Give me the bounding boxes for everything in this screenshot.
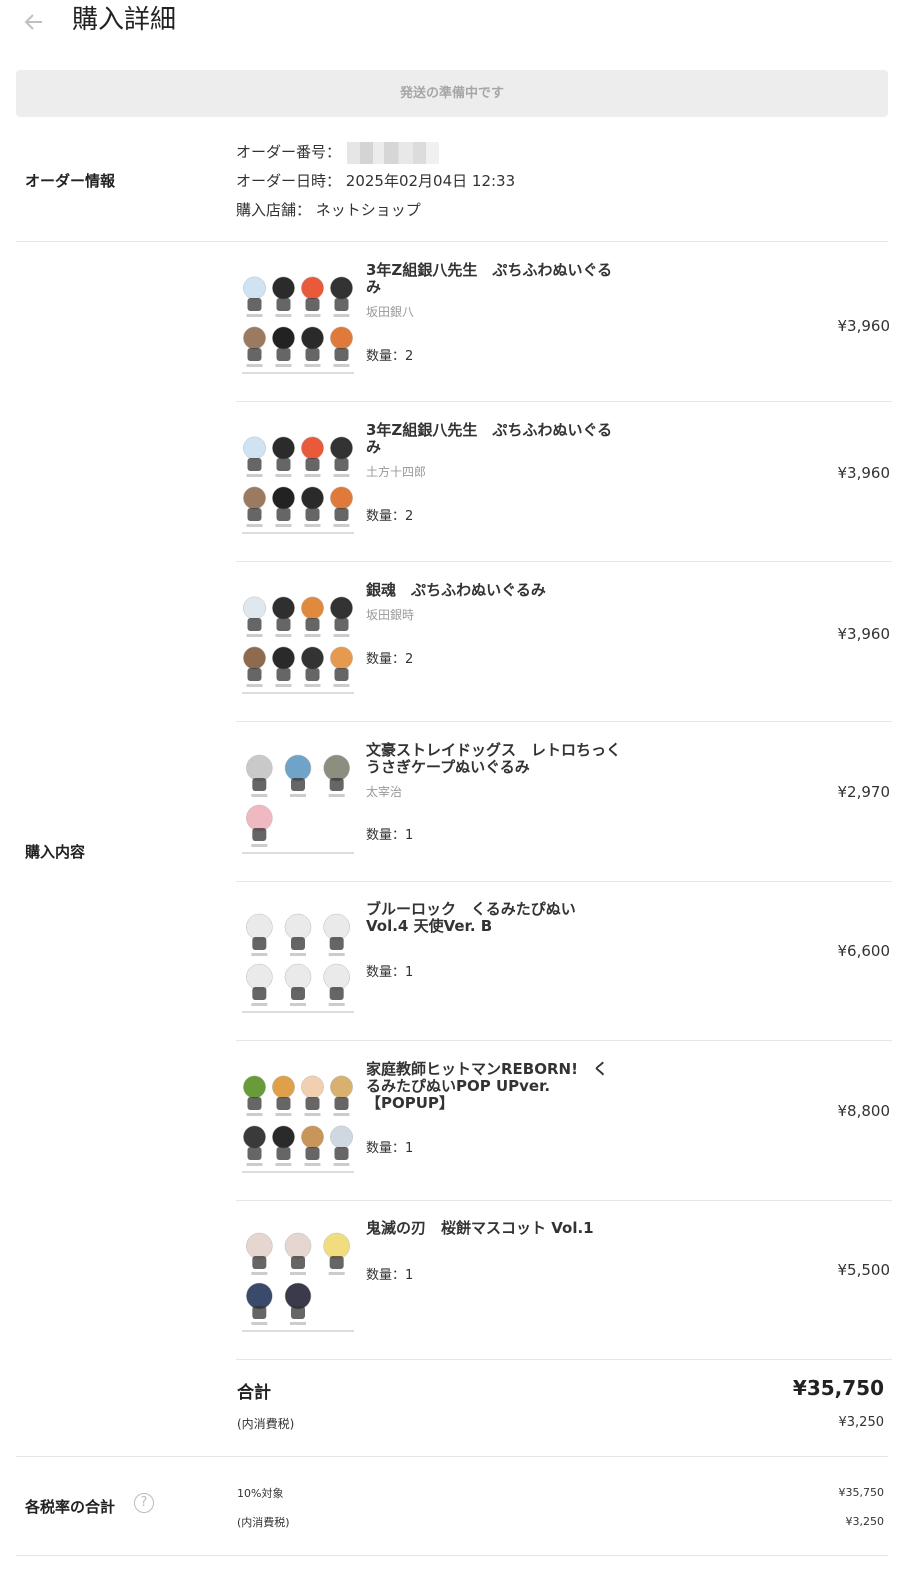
product-thumbnail[interactable] <box>240 1218 356 1338</box>
purchase-label: 購入内容 <box>25 843 86 861</box>
back-button[interactable] <box>22 4 50 36</box>
product-thumbnail[interactable] <box>240 740 356 860</box>
rate-total: ¥35,750 <box>838 1486 885 1499</box>
product-quantity: 数量：1 <box>366 1141 414 1156</box>
product-variant: 太宰治 <box>366 785 403 799</box>
product-name[interactable]: 鬼滅の刃 桜餅マスコット Vol.1 <box>366 1220 621 1237</box>
order-number-row: オーダー番号： <box>236 138 515 167</box>
arrow-left-icon <box>24 14 42 30</box>
list-item[interactable]: 3年Z組銀八先生 ぷちふわぬいぐるみ 坂田銀八数量：2 ¥3,960 <box>236 242 892 402</box>
list-item[interactable]: 銀魂 ぷちふわぬいぐるみ 坂田銀時数量：2 ¥3,960 <box>236 562 892 722</box>
product-price: ¥3,960 <box>837 625 891 643</box>
product-name[interactable]: 銀魂 ぷちふわぬいぐるみ 坂田銀時 <box>366 582 621 624</box>
tax-value: ¥3,250 <box>838 1415 885 1430</box>
store-row: 購入店舗： ネットショップ <box>236 196 515 225</box>
page-title: 購入詳細 <box>72 5 177 35</box>
product-name[interactable]: 家庭教師ヒットマンREBORN! くるみたぴぬいPOP UPver.【POPUP… <box>366 1061 621 1112</box>
product-thumbnail[interactable] <box>240 899 356 1019</box>
product-thumbnail[interactable] <box>240 260 356 380</box>
order-number-label: オーダー番号： <box>236 143 342 161</box>
tax-label: (内消費税) <box>237 1417 295 1431</box>
product-quantity: 数量：1 <box>366 965 414 980</box>
list-item[interactable]: 鬼滅の刃 桜餅マスコット Vol.1 数量：1 ¥5,500 <box>236 1200 892 1360</box>
order-date-label: オーダー日時： <box>236 172 342 190</box>
product-name[interactable]: 3年Z組銀八先生 ぷちふわぬいぐるみ 土方十四郎 <box>366 422 621 481</box>
product-variant: 坂田銀八 <box>366 305 415 319</box>
product-price: ¥5,500 <box>837 1261 891 1279</box>
product-quantity: 数量：2 <box>366 652 414 667</box>
list-item[interactable]: 文豪ストレイドッグス レトロちっく うさぎケープぬいぐるみ 太宰治数量：1 ¥2,9… <box>236 722 892 882</box>
rate-tax-value: ¥3,250 <box>845 1515 885 1528</box>
list-item[interactable]: 家庭教師ヒットマンREBORN! くるみたぴぬいPOP UPver.【POPUP… <box>236 1041 892 1201</box>
order-info: オーダー番号： オーダー日時： 2025年02月04日 12:33 購入店舗： … <box>236 138 515 225</box>
product-name[interactable]: ブルーロック くるみたぴぬい Vol.4 天使Ver. B <box>366 901 621 935</box>
divider <box>16 1456 888 1457</box>
product-variant: 坂田銀時 <box>366 608 415 622</box>
product-quantity: 数量：2 <box>366 349 414 364</box>
product-price: ¥2,970 <box>837 783 891 801</box>
product-price: ¥3,960 <box>837 317 891 335</box>
product-quantity: 数量：1 <box>366 1268 414 1283</box>
order-number-redacted <box>347 141 440 164</box>
product-variant: 土方十四郎 <box>366 465 427 479</box>
tax-rate-label: 各税率の合計 <box>25 1498 116 1516</box>
question-circle-icon[interactable]: ? <box>134 1493 154 1513</box>
status-banner: 発送の準備中です <box>16 70 888 117</box>
product-thumbnail[interactable] <box>240 420 356 540</box>
list-item[interactable]: 3年Z組銀八先生 ぷちふわぬいぐるみ 土方十四郎数量：2 ¥3,960 <box>236 402 892 562</box>
product-thumbnail[interactable] <box>240 580 356 700</box>
order-date-row: オーダー日時： 2025年02月04日 12:33 <box>236 167 515 196</box>
product-thumbnail[interactable] <box>240 1059 356 1179</box>
total-value: ¥35,750 <box>792 1376 884 1400</box>
store-value: ネットショップ <box>315 201 421 219</box>
rate-tax-label: (内消費税) <box>237 1516 290 1529</box>
product-price: ¥8,800 <box>837 1102 891 1120</box>
product-name[interactable]: 文豪ストレイドッグス レトロちっく うさぎケープぬいぐるみ 太宰治 <box>366 742 621 801</box>
order-date-value: 2025年02月04日 12:33 <box>345 172 516 190</box>
product-quantity: 数量：1 <box>366 828 414 843</box>
list-item[interactable]: ブルーロック くるみたぴぬい Vol.4 天使Ver. B 数量：1 ¥6,600 <box>236 881 892 1041</box>
product-quantity: 数量：2 <box>366 509 414 524</box>
product-price: ¥6,600 <box>837 942 891 960</box>
store-label: 購入店舗： <box>236 201 312 219</box>
header: 購入詳細 <box>0 0 924 44</box>
divider <box>16 1555 888 1556</box>
rate-label: 10%対象 <box>237 1487 284 1500</box>
product-name[interactable]: 3年Z組銀八先生 ぷちふわぬいぐるみ 坂田銀八 <box>366 262 621 321</box>
total-label: 合計 <box>237 1383 271 1403</box>
product-price: ¥3,960 <box>837 464 891 482</box>
order-info-label: オーダー情報 <box>25 172 116 190</box>
